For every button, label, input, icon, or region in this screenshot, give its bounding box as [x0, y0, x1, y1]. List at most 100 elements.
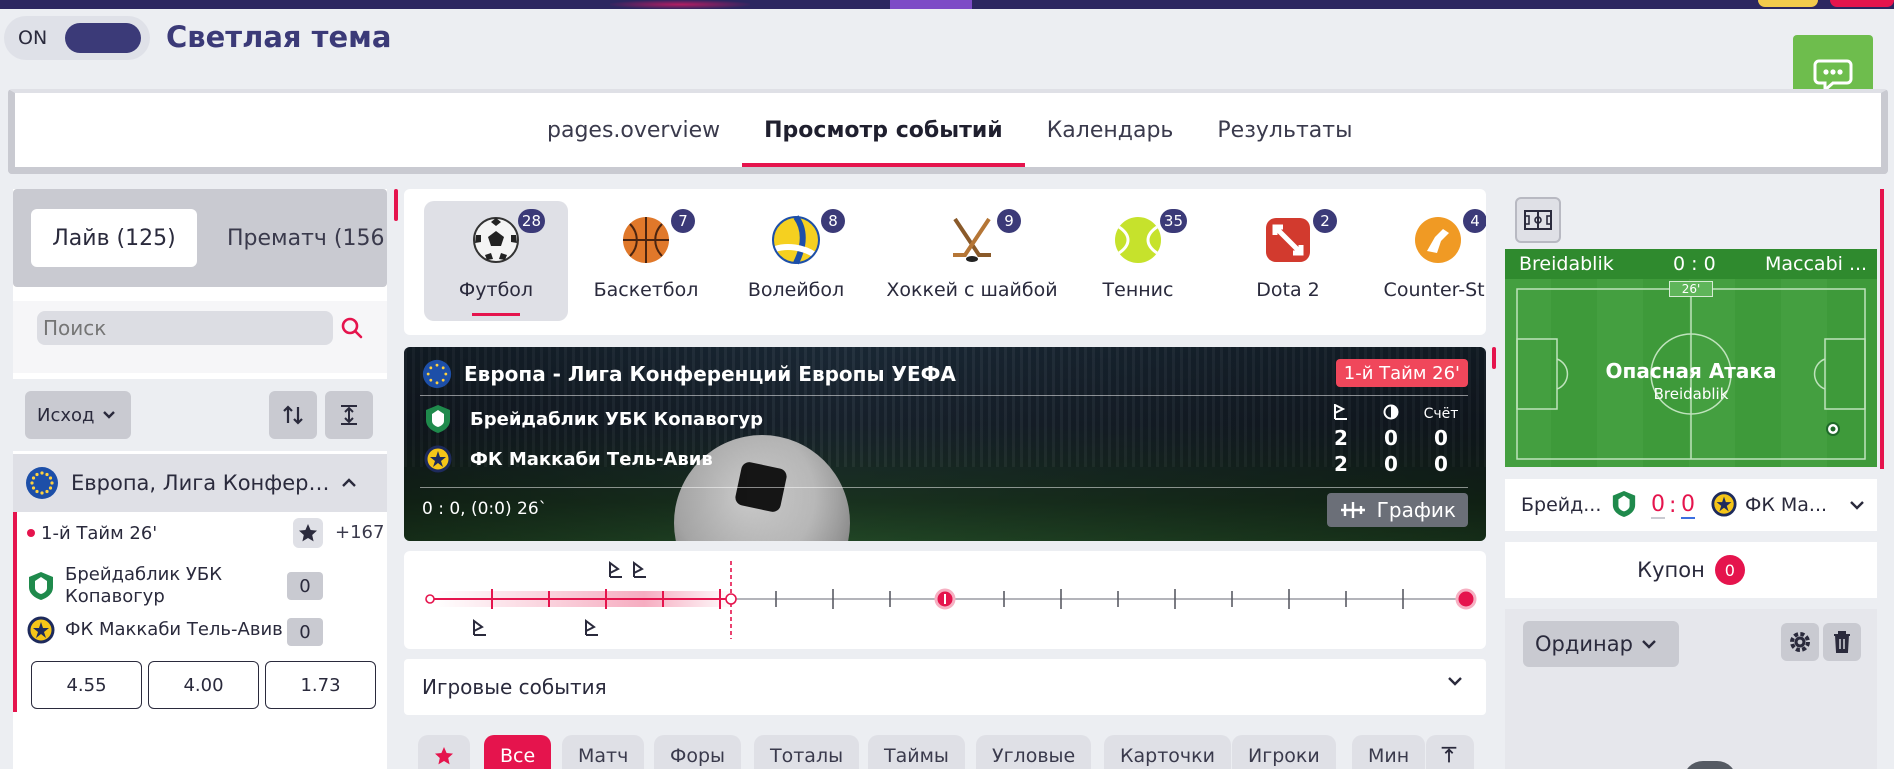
sport-counter-strike[interactable]: 4 Counter-Str — [1366, 201, 1486, 321]
banner-glow — [610, 0, 750, 9]
live-pitch: Breidablik 0 : 0 Maccabi ... 26' Опасная… — [1505, 249, 1877, 467]
market-tab-halves[interactable]: Таймы — [868, 735, 965, 769]
top-red-button[interactable] — [1830, 0, 1894, 7]
star-icon — [299, 524, 317, 542]
market-tabs: Все Матч Форы Тоталы Таймы Угловые Карто… — [404, 727, 1486, 769]
outcome-select[interactable]: Исход — [25, 391, 131, 439]
collapse-icon — [1441, 746, 1457, 763]
mini-scoreboard[interactable]: Брейд... 0 : 0 ФК Ма... — [1505, 479, 1877, 531]
sport-count: 8 — [821, 209, 845, 233]
sport-hockey[interactable]: 9 Хоккей с шайбой — [882, 201, 1062, 321]
home-team-name: Брейдаблик УБК Копавогур — [65, 564, 223, 607]
away-half: 0 — [1384, 452, 1398, 476]
game-events-label: Игровые события — [422, 675, 607, 699]
counter-strike-icon — [1415, 217, 1461, 263]
search-icon[interactable] — [339, 315, 365, 341]
sport-label: Dota 2 — [1256, 279, 1320, 301]
graph-button[interactable]: График — [1326, 493, 1468, 527]
league-row[interactable]: Европа, Лига Конференций Европы УЕФА — [13, 454, 387, 512]
chevron-up-icon[interactable] — [341, 477, 357, 489]
away-score: 0 — [287, 618, 323, 646]
timeline-graphic — [425, 561, 1477, 639]
market-tab-totals[interactable]: Тоталы — [754, 735, 860, 769]
coupon-clear-button[interactable] — [1823, 623, 1861, 661]
event-banner: Европа - Лига Конференций Европы УЕФА 1-… — [404, 347, 1486, 541]
hockey-sticks-icon — [953, 217, 991, 262]
filter-bar: Исход — [13, 379, 387, 451]
sport-football[interactable]: 28 Футбол — [424, 201, 568, 321]
away-team-name: ФК Маккаби Тель-Авив — [65, 619, 283, 641]
sport-basketball[interactable]: 7 Баскетбол — [574, 201, 718, 321]
search-input[interactable] — [37, 311, 333, 345]
tab-results[interactable]: Результаты — [1195, 93, 1374, 167]
toggle-state-label: ON — [18, 27, 48, 49]
market-tab-match[interactable]: Матч — [562, 735, 645, 769]
field-view-toggle[interactable] — [1515, 197, 1561, 243]
tennis-ball-icon — [1115, 217, 1161, 263]
tab-calendar[interactable]: Календарь — [1025, 93, 1196, 167]
coupon-count-badge: 0 — [1714, 555, 1745, 585]
pitch-header: Breidablik 0 : 0 Maccabi ... — [1505, 249, 1877, 279]
sports-bar: 28 Футбол 7 Баскетбол 8 Волейбол 9 Хокке… — [404, 189, 1486, 335]
sport-count: 9 — [997, 209, 1021, 233]
coupon-header[interactable]: Купон 0 — [1505, 542, 1877, 598]
collapse-all-button[interactable] — [325, 391, 373, 439]
sport-count: 2 — [1313, 209, 1337, 233]
top-yellow-button[interactable] — [1758, 0, 1818, 7]
tab-events-view[interactable]: Просмотр событий — [742, 93, 1025, 167]
gear-icon — [1790, 632, 1810, 652]
tab-overview[interactable]: pages.overview — [525, 93, 742, 167]
market-tab-handicaps[interactable]: Форы — [654, 735, 742, 769]
mini-away: ФК Ма... — [1745, 494, 1828, 516]
pitch-away: Maccabi ... — [1765, 253, 1868, 275]
banner-league: Европа - Лига Конференций Европы УЕФА — [422, 359, 956, 389]
left-scroll-indicator[interactable] — [394, 189, 398, 221]
prematch-button[interactable]: Прематч (156 — [227, 209, 385, 267]
more-markets-count[interactable]: +167 — [335, 522, 384, 543]
odd-draw[interactable]: 4.00 — [148, 661, 259, 709]
odds-row: 4.55 4.00 1.73 — [31, 661, 376, 709]
top-banner-strip — [0, 0, 1894, 9]
market-tab-cards[interactable]: Карточки — [1104, 735, 1231, 769]
market-tab-players[interactable]: Игроки — [1232, 735, 1336, 769]
favorite-button[interactable] — [293, 518, 323, 548]
right-scroll-indicator[interactable] — [1880, 189, 1884, 469]
home-score: 0 — [287, 572, 323, 600]
pitch-state: Опасная Атака Breidablik — [1585, 359, 1797, 403]
match-card[interactable]: 1-й Тайм 26' +167 Брейдаблик УБК Копавог… — [13, 512, 387, 712]
live-button[interactable]: Лайв (125) — [31, 209, 197, 267]
odd-home-win[interactable]: 4.55 — [31, 661, 142, 709]
chat-bubble-icon — [1813, 59, 1853, 93]
mid-scroll-indicator[interactable] — [1492, 347, 1496, 369]
market-collapse-button[interactable] — [1426, 735, 1474, 769]
bet-type-select[interactable]: Ординар — [1523, 621, 1679, 667]
sport-label: Футбол — [458, 279, 534, 301]
volleyball-icon — [772, 215, 820, 265]
breidablik-crest-icon — [1612, 491, 1636, 517]
home-team-line: Брейдаблик УБК Копавогур — [27, 564, 301, 607]
sport-dota2[interactable]: 2 Dota 2 — [1216, 201, 1360, 321]
game-events-accordion[interactable]: Игровые события — [404, 659, 1486, 715]
sport-tennis[interactable]: 35 Теннис — [1066, 201, 1210, 321]
home-half: 0 — [1384, 426, 1398, 450]
banner-period-badge: 1-й Тайм 26' — [1335, 359, 1468, 387]
market-favorites-tab[interactable] — [418, 735, 470, 769]
odd-away-win[interactable]: 1.73 — [265, 661, 376, 709]
theme-toggle[interactable]: ON — [4, 16, 150, 60]
market-tab-all[interactable]: Все — [484, 735, 552, 769]
sort-button[interactable] — [269, 391, 317, 439]
sport-volleyball[interactable]: 8 Волейбол — [724, 201, 868, 321]
sport-count: 28 — [517, 209, 545, 233]
coupon-settings-button[interactable] — [1781, 623, 1819, 661]
chevron-down-icon — [1850, 501, 1864, 510]
banner-home-name: Брейдаблик УБК Копавогур — [470, 408, 763, 430]
mini-away-score: 0 — [1681, 491, 1695, 519]
sort-arrows-icon — [283, 405, 303, 425]
active-underline — [472, 313, 520, 316]
market-tab-minutes[interactable]: Мин — [1352, 735, 1426, 769]
market-tab-corners[interactable]: Угловые — [976, 735, 1092, 769]
sport-label: Баскетбол — [593, 279, 699, 301]
mini-home: Брейд... — [1521, 494, 1602, 516]
dota-icon — [1266, 218, 1310, 262]
toggle-knob[interactable] — [65, 23, 142, 53]
